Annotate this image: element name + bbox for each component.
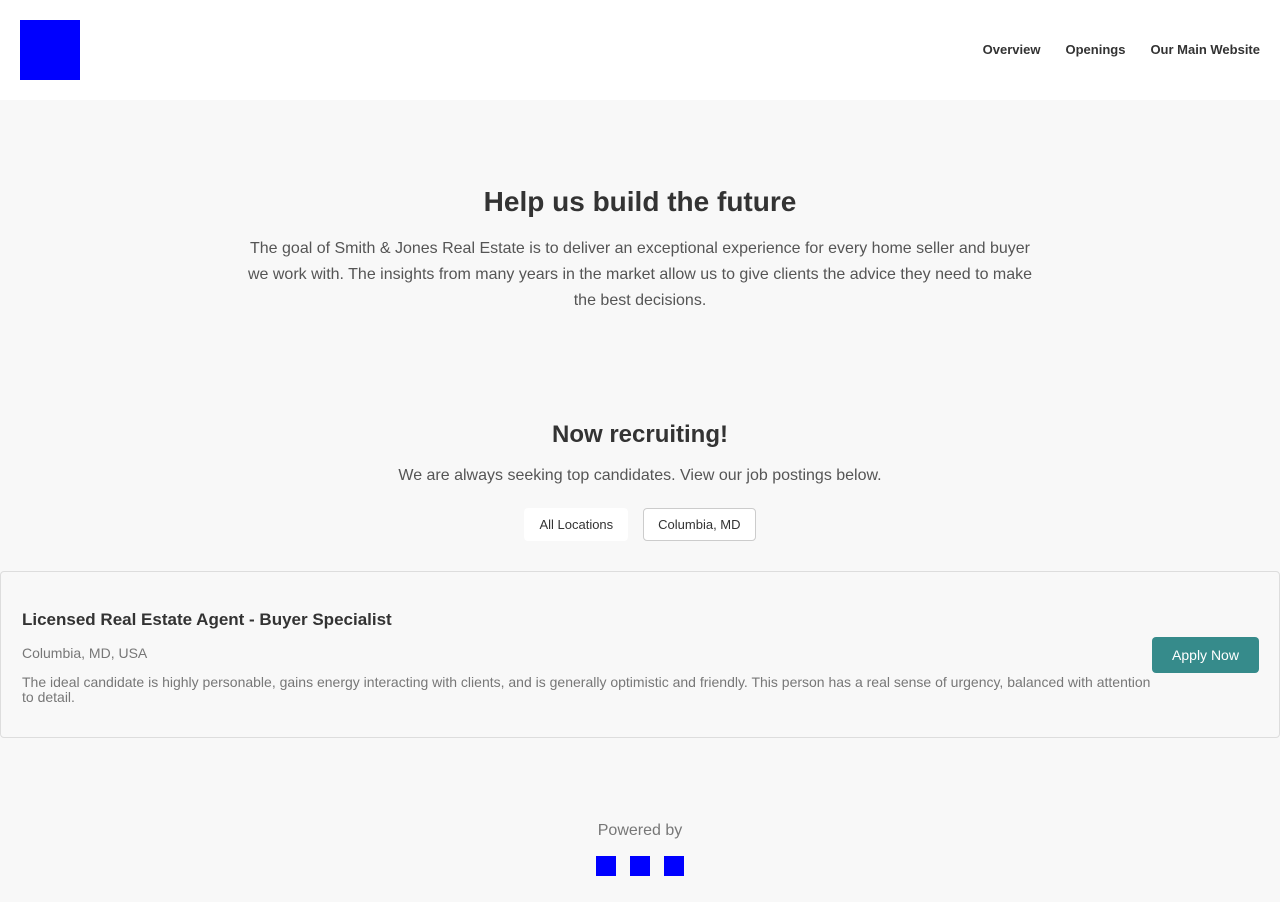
filter-all-locations[interactable]: All Locations bbox=[524, 508, 629, 541]
social-icon[interactable] bbox=[630, 856, 650, 876]
job-card[interactable]: Licensed Real Estate Agent - Buyer Speci… bbox=[0, 571, 1280, 738]
hero-text: The goal of Smith & Jones Real Estate is… bbox=[247, 240, 1033, 309]
nav-overview[interactable]: Overview bbox=[983, 42, 1041, 57]
footer-icons bbox=[0, 856, 1280, 876]
apply-now-button[interactable]: Apply Now bbox=[1152, 637, 1259, 673]
job-title[interactable]: Licensed Real Estate Agent - Buyer Speci… bbox=[22, 610, 392, 630]
job-description: The ideal candidate is highly personable… bbox=[22, 674, 1151, 705]
footer: Powered by bbox=[0, 822, 1280, 876]
logo[interactable] bbox=[20, 20, 80, 80]
location-filters: All Locations Columbia, MD bbox=[0, 508, 1280, 541]
powered-by-text: Powered by bbox=[597, 822, 683, 839]
hero-title: Help us build the future bbox=[483, 186, 797, 217]
hero-section: Help us build the future The goal of Smi… bbox=[240, 186, 1040, 314]
nav-openings[interactable]: Openings bbox=[1065, 42, 1125, 57]
social-icon[interactable] bbox=[664, 856, 684, 876]
filter-columbia-md[interactable]: Columbia, MD bbox=[643, 508, 756, 541]
header: Overview Openings Our Main Website bbox=[0, 0, 1280, 100]
recruit-text: We are always seeking top candidates. Vi… bbox=[398, 467, 882, 484]
main-nav: Overview Openings Our Main Website bbox=[983, 42, 1260, 57]
nav-main-website[interactable]: Our Main Website bbox=[1150, 42, 1260, 57]
social-icon[interactable] bbox=[596, 856, 616, 876]
job-location: Columbia, MD, USA bbox=[22, 645, 148, 661]
recruit-section: Now recruiting! We are always seeking to… bbox=[0, 421, 1280, 485]
recruit-title: Now recruiting! bbox=[551, 421, 728, 448]
